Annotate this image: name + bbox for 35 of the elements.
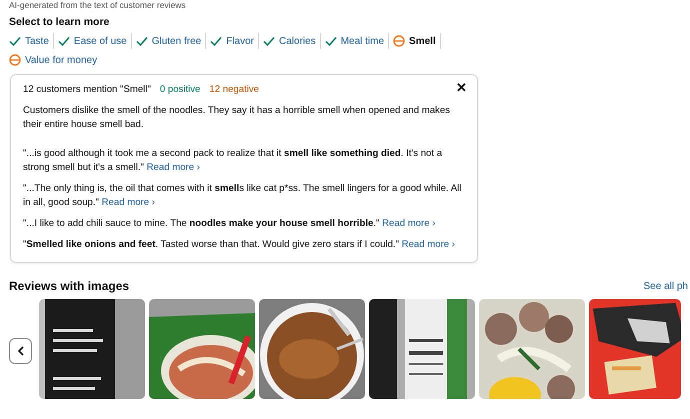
previous-button[interactable]: [9, 338, 32, 364]
topic-chip[interactable]: Value for money: [9, 52, 102, 68]
read-more-link[interactable]: Read more ›: [102, 197, 155, 208]
mention-count: 12 customers mention "Smell": [23, 83, 151, 97]
read-more-link[interactable]: Read more ›: [402, 239, 455, 250]
check-icon: [9, 36, 21, 46]
minus-circle-icon: [9, 54, 21, 66]
topic-chip[interactable]: Taste: [9, 33, 54, 49]
review-quote: "...The only thing is, the oil that comes with it smells like cat p*ss. The smell lingers for a good while. All in all, good soup." Read more ›: [23, 182, 462, 210]
review-quote: "Smelled like onions and feet. Tasted worse than that. Would give zero stars if I could." Read more ›: [23, 238, 456, 252]
minus-circle-icon: [393, 35, 406, 47]
close-button[interactable]: ✕: [456, 80, 467, 96]
topic-chip[interactable]: Smell: [393, 33, 441, 49]
topic-chip[interactable]: Meal time: [324, 33, 390, 49]
topic-chip[interactable]: Flavor: [210, 33, 259, 49]
positive-count: 0 positive: [160, 83, 200, 97]
check-icon: [263, 36, 275, 46]
review-quote: "...is good although it took me a second pack to realize that it smell like something died. It's not a strong smell but it's a smell." Read more ›: [23, 147, 444, 175]
negative-count: 12 negative: [209, 83, 259, 97]
topic-chip[interactable]: Gluten free: [136, 33, 206, 49]
check-icon: [136, 36, 148, 46]
check-icon: [58, 36, 70, 46]
review-quote: "...I like to add chili sauce to mine. The noodles make your house smell horrible." Read more ›: [23, 217, 436, 231]
section-heading: Reviews with images: [9, 278, 130, 295]
topic-chip[interactable]: Ease of use: [58, 33, 132, 49]
see-all-link[interactable]: See all ph: [644, 278, 688, 294]
check-icon: [324, 36, 337, 46]
check-icon: [210, 36, 222, 46]
summary-text: Customers dislike the smell of the noodles. They say it has a horrible smell when opened and makes their entire house smell bad.: [23, 104, 451, 132]
chevron-left-icon: [18, 346, 24, 356]
topic-chip[interactable]: Calories: [263, 33, 321, 49]
caption: AI-generated from the text of customer reviews: [9, 0, 187, 10]
read-more-link[interactable]: Read more ›: [146, 162, 200, 173]
read-more-link[interactable]: Read more ›: [382, 218, 436, 229]
section-heading: Select to learn more: [9, 15, 110, 29]
